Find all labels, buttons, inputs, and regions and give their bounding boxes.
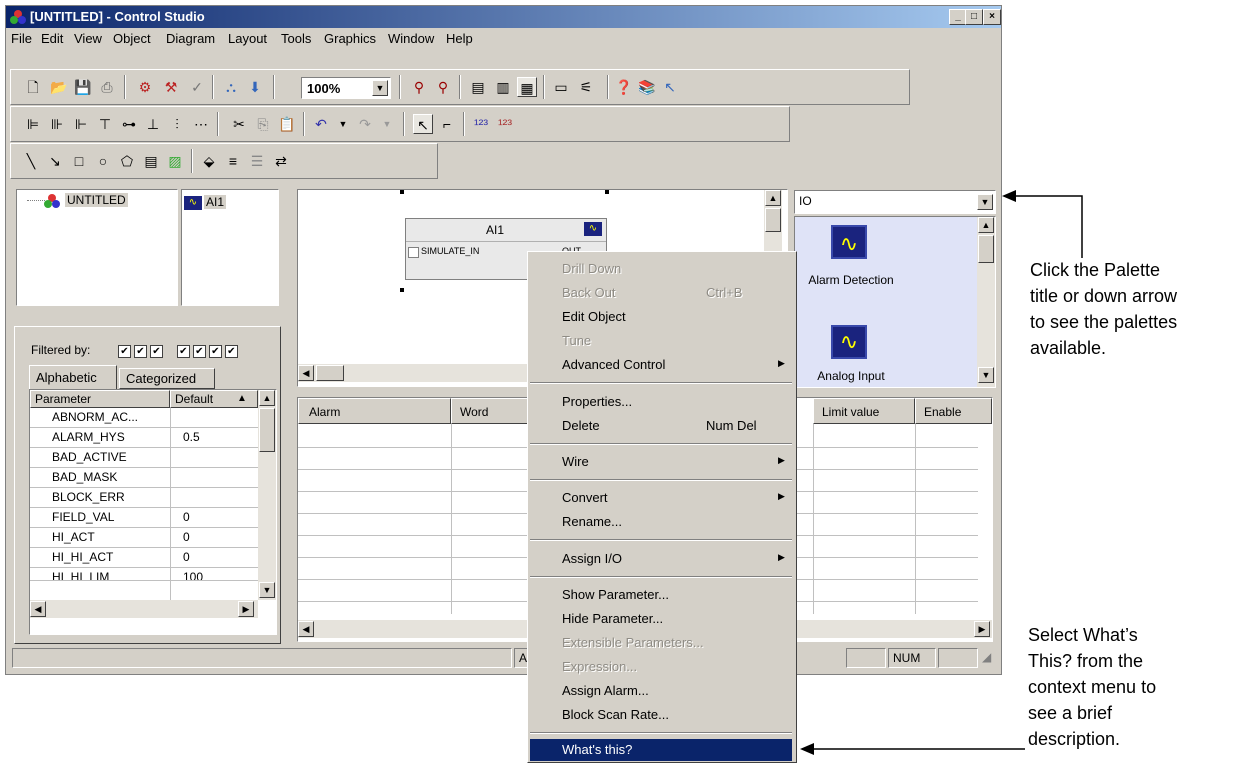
tab-alphabetic[interactable]: Alphabetic (29, 365, 117, 389)
palette-annotation: Click the Palette title or down arrow to… (1030, 260, 1178, 358)
whats-this-annotation: Select What’s This? from the context men… (1028, 625, 1157, 749)
